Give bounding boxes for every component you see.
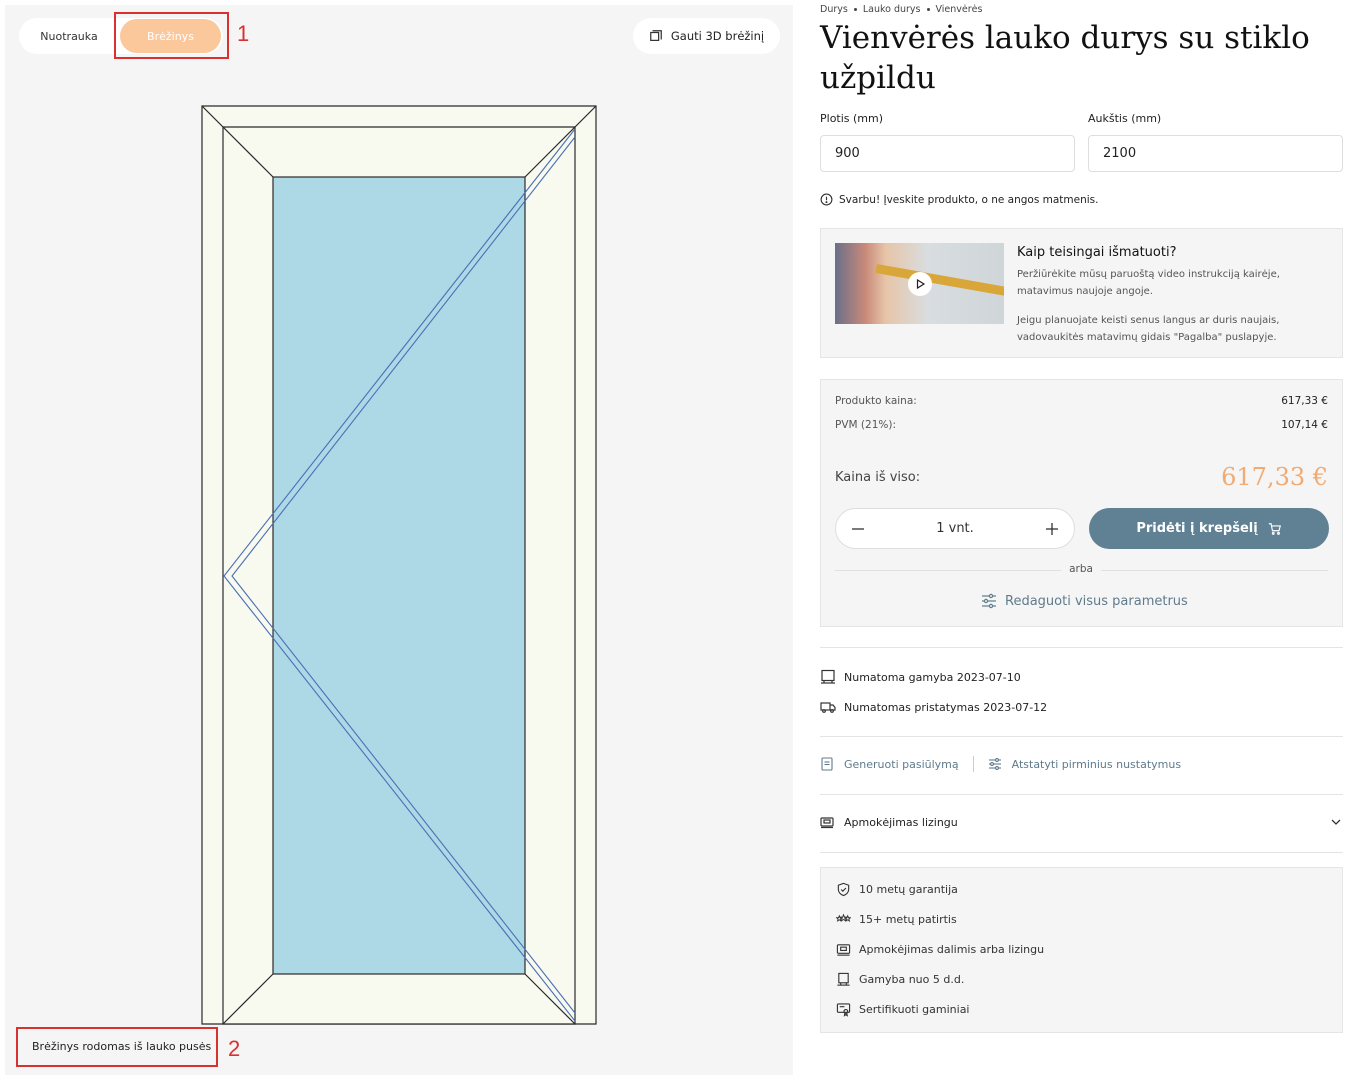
- play-icon[interactable]: [908, 272, 932, 296]
- offer-actions: Generuoti pasiūlymą Atstatyti pirminius …: [820, 756, 1181, 772]
- chevron-down-icon: [1331, 819, 1341, 825]
- total-label: Kaina iš viso:: [835, 470, 921, 485]
- sliders-icon: [982, 593, 996, 609]
- edit-parameters-link[interactable]: Redaguoti visus parametrus: [981, 593, 1188, 609]
- divider: [820, 647, 1343, 648]
- width-input[interactable]: [820, 135, 1075, 172]
- decrease-quantity-button[interactable]: [838, 509, 878, 548]
- product-price-row: Produkto kaina: 617,33 €: [835, 395, 1328, 407]
- product-price-label: Produkto kaina:: [835, 395, 917, 407]
- divider: [820, 852, 1343, 853]
- breadcrumb-item[interactable]: Lauko durys: [863, 4, 921, 15]
- stars-icon: [836, 913, 851, 922]
- product-preview: Nuotrauka Brėžinys 1 Gauti 3D brėžinį Br…: [5, 5, 793, 1075]
- separator: [972, 756, 974, 772]
- minus-icon: [852, 527, 864, 530]
- document-icon: [821, 757, 833, 771]
- benefit-item: Apmokėjimas dalimis arba lizingu: [836, 942, 1044, 957]
- payment-card-icon: [820, 817, 834, 829]
- certificate-icon: [836, 1003, 851, 1017]
- measurement-guide: Kaip teisingai išmatuoti? Peržiūrėkite m…: [820, 228, 1343, 358]
- benefit-label: Gamyba nuo 5 d.d.: [859, 973, 965, 986]
- benefit-label: Apmokėjimas dalimis arba lizingu: [859, 943, 1045, 956]
- vat-value: 107,14 €: [1281, 419, 1328, 431]
- total-price: 617,33 €: [1221, 463, 1328, 491]
- benefit-item: 10 metų garantija: [836, 882, 958, 897]
- info-icon: [820, 193, 833, 206]
- truck-icon: [820, 702, 836, 713]
- production-date: Numatoma gamyba 2023-07-10: [820, 669, 1021, 685]
- height-label: Aukštis (mm): [1088, 112, 1162, 125]
- leasing-accordion[interactable]: Apmokėjimas lizingu: [820, 815, 1343, 829]
- page-title: Vienvėrės lauko durys su stiklo užpildu: [820, 20, 1310, 96]
- breadcrumb: Durys Lauko durys Vienvėrės: [820, 4, 982, 15]
- divider: [820, 736, 1343, 737]
- notice-text: Svarbu! Įveskite produkto, o ne angos ma…: [839, 193, 1099, 206]
- breadcrumb-item[interactable]: Durys: [820, 4, 848, 15]
- height-input[interactable]: [1088, 135, 1343, 172]
- measuring-tape-image: [875, 264, 1004, 299]
- delivery-date: Numatomas pristatymas 2023-07-12: [820, 699, 1047, 715]
- add-to-cart-label: Pridėti į krepšelį: [1136, 521, 1258, 536]
- callout-number: 2: [228, 1036, 241, 1061]
- benefit-item: 15+ metų patirtis: [836, 912, 957, 927]
- add-to-cart-button[interactable]: Pridėti į krepšelį: [1089, 508, 1329, 549]
- generate-offer-label: Generuoti pasiūlymą: [844, 757, 959, 771]
- delivery-date-text: Numatomas pristatymas 2023-07-12: [844, 700, 1048, 714]
- guide-text: Jeigu planuojate keisti senus langus ar …: [1017, 315, 1280, 343]
- guide-text: Peržiūrėkite mūsų paruoštą video instruk…: [1017, 269, 1280, 297]
- payment-card-icon: [836, 944, 851, 956]
- leasing-label: Apmokėjimas lizingu: [844, 815, 958, 829]
- reset-settings-link[interactable]: Atstatyti pirminius nustatymus: [988, 757, 1181, 771]
- production-date-text: Numatoma gamyba 2023-07-10: [844, 670, 1021, 684]
- factory-icon: [837, 972, 850, 986]
- breadcrumb-separator: [853, 8, 857, 11]
- vat-row: PVM (21%): 107,14 €: [835, 419, 1328, 431]
- edit-parameters-label: Redaguoti visus parametrus: [1005, 593, 1188, 609]
- quantity-number: 1: [936, 521, 945, 536]
- width-label: Plotis (mm): [820, 112, 884, 125]
- quantity-unit: vnt.: [948, 521, 974, 536]
- product-price-value: 617,33 €: [1281, 395, 1328, 407]
- plus-icon: [1046, 522, 1058, 535]
- shield-check-icon: [837, 882, 850, 897]
- vat-label: PVM (21%):: [835, 419, 896, 431]
- benefit-label: Sertifikuoti gaminiai: [859, 1003, 970, 1016]
- breadcrumb-item[interactable]: Vienvėrės: [936, 4, 983, 15]
- benefit-item: Gamyba nuo 5 d.d.: [836, 972, 964, 987]
- benefit-label: 10 metų garantija: [859, 883, 958, 896]
- benefits-list: 10 metų garantija 15+ metų patirtis Apmo…: [820, 867, 1343, 1033]
- price-box: Produkto kaina: 617,33 € PVM (21%): 107,…: [820, 379, 1343, 627]
- video-thumbnail[interactable]: [835, 243, 1004, 324]
- sliders-icon: [988, 758, 1001, 770]
- benefit-label: 15+ metų patirtis: [859, 913, 957, 926]
- reset-settings-label: Atstatyti pirminius nustatymus: [1011, 757, 1182, 771]
- guide-title: Kaip teisingai išmatuoti?: [1017, 245, 1177, 260]
- door-drawing: [201, 105, 597, 1025]
- breadcrumb-separator: [926, 8, 930, 11]
- increase-quantity-button[interactable]: [1032, 509, 1072, 548]
- quantity-stepper: 1 vnt.: [835, 508, 1075, 549]
- drawing-side-note: Brėžinys rodomas iš lauko pusės: [32, 1040, 212, 1053]
- quantity-value[interactable]: 1 vnt.: [896, 521, 1014, 536]
- or-text: arba: [1061, 563, 1101, 575]
- benefit-item: Sertifikuoti gaminiai: [836, 1002, 970, 1017]
- cart-icon: [1268, 522, 1281, 535]
- generate-offer-link[interactable]: Generuoti pasiūlymą: [820, 757, 959, 771]
- dimension-notice: Svarbu! Įveskite produkto, o ne angos ma…: [820, 193, 1099, 206]
- door-glass: [272, 176, 526, 975]
- divider: [820, 794, 1343, 795]
- factory-icon: [821, 669, 835, 684]
